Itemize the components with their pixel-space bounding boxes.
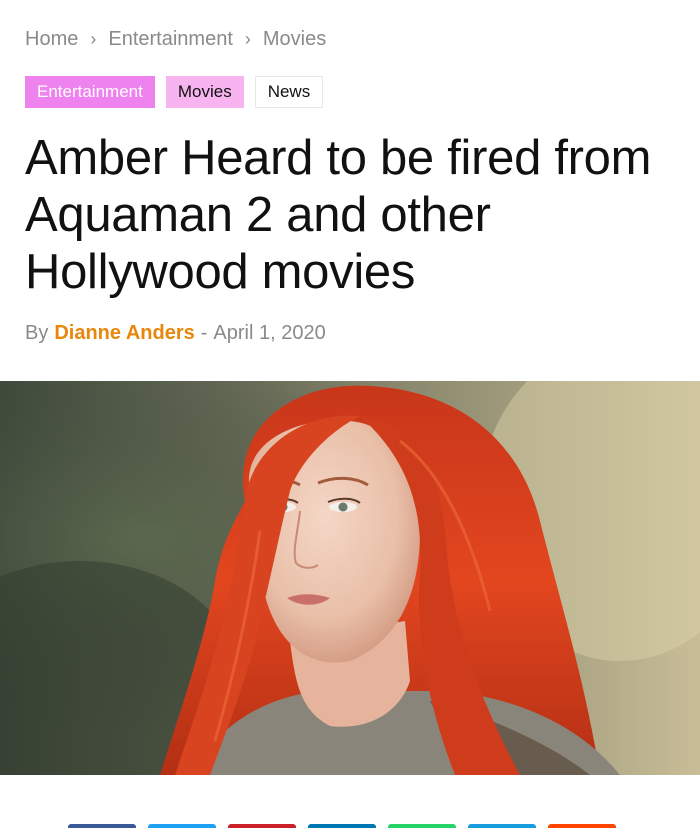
breadcrumb-entertainment-link[interactable]: Entertainment: [108, 28, 233, 51]
breadcrumb-home-link[interactable]: Home: [25, 28, 78, 51]
article-byline: By Dianne Anders - April 1, 2020: [25, 322, 326, 345]
breadcrumb: Home › Entertainment › Movies: [25, 28, 326, 51]
share-bar: [0, 820, 700, 828]
facebook-share-icon[interactable]: [68, 824, 136, 828]
tag-news[interactable]: News: [254, 76, 324, 108]
tag-entertainment[interactable]: Entertainment: [25, 76, 155, 108]
breadcrumb-movies-link[interactable]: Movies: [263, 28, 326, 51]
author-link[interactable]: Dianne Anders: [54, 322, 194, 345]
twitter-share-icon[interactable]: [148, 824, 216, 828]
tag-movies[interactable]: Movies: [165, 76, 244, 108]
hero-image: [0, 381, 700, 775]
pinterest-share-icon[interactable]: [228, 824, 296, 828]
article-title: Amber Heard to be fired from Aquaman 2 a…: [25, 131, 652, 299]
chevron-right-icon: ›: [90, 29, 97, 49]
linkedin-share-icon[interactable]: [308, 824, 376, 828]
reddit-share-icon[interactable]: [548, 824, 616, 828]
woman-with-red-hair-portrait-icon: [0, 381, 700, 775]
category-tags: Entertainment Movies News: [25, 76, 324, 108]
whatsapp-share-icon[interactable]: [388, 824, 456, 828]
publish-date: April 1, 2020: [213, 322, 326, 344]
byline-separator: -: [200, 322, 208, 344]
byline-prefix: By: [25, 322, 49, 344]
telegram-share-icon[interactable]: [468, 824, 536, 828]
chevron-right-icon: ›: [244, 29, 251, 49]
